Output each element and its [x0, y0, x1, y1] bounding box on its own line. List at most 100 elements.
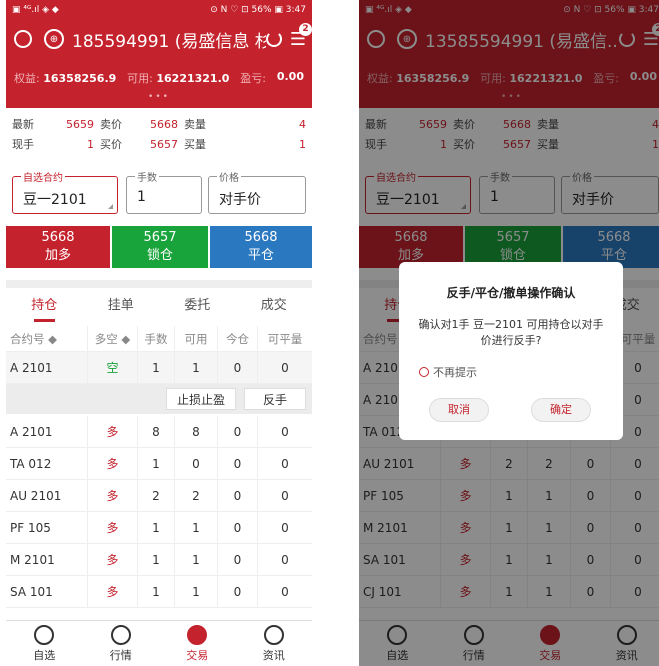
close-label: 平仓 — [247, 248, 274, 263]
bid-label: 买价 — [100, 138, 122, 151]
pnl-value: 0.00 — [276, 70, 304, 83]
account-header: ▣ ⁴ᴳ.ıl ◈ ◆ ⊙ N ♡ ⊡ 56% ▣ 3:47 ⊕ 1855949… — [6, 0, 312, 108]
lock-button[interactable]: 5657 锁仓 — [112, 226, 208, 268]
back-icon[interactable] — [14, 30, 32, 48]
nav-news[interactable]: 资讯 — [236, 621, 313, 666]
qty-label: 手数 — [135, 169, 159, 184]
table-row[interactable]: TA 012 多 1 0 0 0 — [6, 448, 312, 480]
available-value: 16221321.0 — [156, 72, 230, 85]
bid-value: 5657 — [150, 137, 178, 151]
table-header: 合约号 ◆ 多空 ◆ 手数 可用 今仓 可平量 — [6, 326, 312, 352]
refresh-icon[interactable] — [265, 31, 282, 47]
ask-label: 卖价 — [100, 118, 122, 131]
nav-trade[interactable]: 交易 — [159, 621, 236, 666]
trade-icon — [187, 625, 208, 645]
lock-label: 锁仓 — [146, 248, 173, 263]
table-row[interactable]: SA 101 多 1 1 0 0 — [6, 576, 312, 608]
buy-label: 加多 — [44, 248, 71, 263]
cell-side: 多 — [88, 544, 138, 575]
radio-icon — [419, 367, 429, 377]
nav-watchlist[interactable]: 自选 — [6, 621, 83, 666]
tab-positions[interactable]: 持仓 — [6, 288, 83, 324]
available-label: 可用: — [127, 72, 153, 85]
account-title[interactable]: 185594991 (易盛信息 杉 — [72, 27, 266, 52]
status-left: ▣ ⁴ᴳ.ıl ◈ ◆ — [12, 5, 59, 15]
table-row[interactable]: AU 2101 多 2 2 0 0 — [6, 480, 312, 512]
col-contract[interactable]: 合约号 ◆ — [6, 326, 88, 351]
news-icon — [263, 625, 284, 645]
cell-available: 2 — [175, 480, 218, 511]
cell-qty: 1 — [138, 576, 175, 607]
contract-select[interactable]: 自选合约 豆一2101 — [12, 169, 118, 214]
pager-dots: ••• — [148, 92, 170, 102]
table-row[interactable]: M 2101 多 1 1 0 0 — [6, 544, 312, 576]
dialog-message: 确认对1手 豆一2101 可用持仓以对手价进行反手? — [418, 318, 604, 347]
table-row[interactable]: A 2101 多 8 8 0 0 — [6, 416, 312, 448]
row-action-bar: 止损止盈 反手 — [6, 384, 312, 414]
confirm-dialog: 反手/平仓/撤单操作确认 确认对1手 豆一2101 可用持仓以对手价进行反手? … — [399, 262, 623, 440]
tab-trades[interactable]: 成交 — [236, 288, 313, 324]
cell-side: 多 — [88, 512, 138, 543]
cell-available: 1 — [175, 576, 218, 607]
nav-market[interactable]: 行情 — [83, 621, 160, 666]
cell-closable: 0 — [281, 584, 289, 599]
cell-qty: 1 — [138, 448, 175, 479]
nav-label: 自选 — [33, 649, 56, 662]
col-side[interactable]: 多空 ◆ — [88, 326, 138, 351]
bid-vol-label: 买量 — [184, 138, 206, 151]
dropdown-corner-icon — [108, 204, 113, 209]
price-label: 价格 — [217, 169, 241, 184]
trend-icon — [110, 625, 131, 645]
dialog-title: 反手/平仓/撤单操作确认 — [446, 286, 576, 300]
cell-contract: PF 105 — [6, 512, 88, 543]
col-qty: 手数 — [138, 326, 175, 351]
confirm-button[interactable]: 确定 — [531, 398, 591, 422]
qty-value: 1 — [137, 189, 146, 205]
cell-contract: A 2101 — [6, 416, 88, 447]
cell-qty: 1 — [138, 544, 175, 575]
price-select[interactable]: 价格 对手价 — [208, 169, 306, 214]
buy-long-button[interactable]: 5668 加多 — [6, 226, 110, 268]
tab-pending[interactable]: 挂单 — [83, 288, 160, 324]
cell-closable: 0 — [281, 488, 289, 503]
contract-value: 豆一2101 — [23, 192, 87, 208]
latest-value: 5659 — [66, 117, 94, 131]
cell-today: 0 — [218, 416, 258, 447]
cell-qty: 1 — [138, 512, 175, 543]
cell-contract: A 2101 — [6, 352, 88, 383]
cell-today: 0 — [218, 448, 258, 479]
bid-vol-value: 1 — [299, 137, 306, 151]
menu-icon[interactable]: ☰ 2 — [290, 22, 312, 50]
status-bar: ▣ ⁴ᴳ.ıl ◈ ◆ ⊙ N ♡ ⊡ 56% ▣ 3:47 — [6, 0, 312, 20]
stop-loss-button[interactable]: 止损止盈 — [166, 388, 236, 410]
cell-available: 8 — [175, 416, 218, 447]
cell-today: 0 — [218, 576, 258, 607]
close-position-button[interactable]: 5668 平仓 — [210, 226, 312, 268]
close-price: 5668 — [244, 230, 278, 245]
reverse-button[interactable]: 反手 — [244, 388, 306, 410]
table-row[interactable]: A 2101 空 1 1 0 0 — [6, 352, 312, 384]
cell-available: 1 — [175, 512, 218, 543]
tab-orders[interactable]: 委托 — [159, 288, 236, 324]
cell-qty: 8 — [138, 416, 175, 447]
cur-value: 1 — [87, 137, 94, 151]
nav-label: 行情 — [109, 649, 132, 662]
table-row[interactable]: PF 105 多 1 1 0 0 — [6, 512, 312, 544]
cell-closable: 0 — [281, 360, 289, 375]
qty-input[interactable]: 手数 1 — [126, 169, 202, 214]
contract-label: 自选合约 — [21, 169, 65, 184]
cell-qty: 1 — [138, 352, 175, 383]
cell-today: 0 — [218, 544, 258, 575]
nav-label: 交易 — [186, 649, 209, 662]
lock-price: 5657 — [143, 230, 177, 245]
cell-side: 多 — [88, 416, 138, 447]
no-remind-option[interactable]: 不再提示 — [419, 364, 477, 380]
buy-price: 5668 — [41, 230, 75, 245]
position-tabs: 持仓 挂单 委托 成交 — [6, 288, 312, 324]
account-icon[interactable]: ⊕ — [44, 29, 64, 49]
person-icon — [34, 625, 55, 645]
cell-available: 1 — [175, 352, 218, 383]
equity-label: 权益: — [14, 72, 40, 85]
ask-vol-value: 4 — [299, 117, 306, 131]
cancel-button[interactable]: 取消 — [429, 398, 489, 422]
